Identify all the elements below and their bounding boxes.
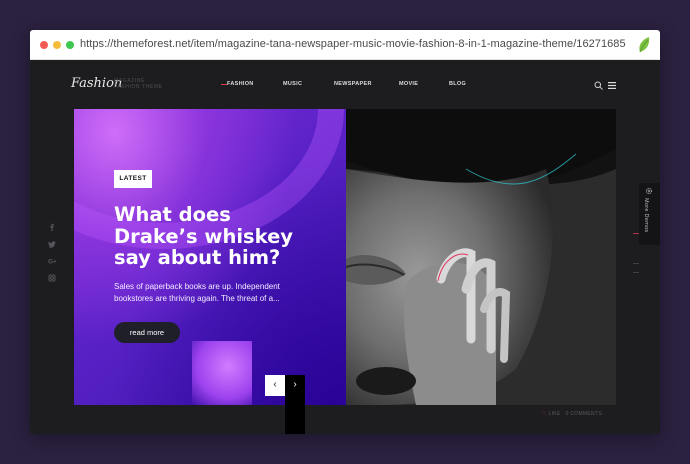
- side-divider: [633, 263, 639, 264]
- hero-image-grayscale-half: [345, 109, 616, 405]
- gear-icon: [645, 187, 653, 195]
- nav-item-movie[interactable]: MOVIE: [399, 81, 418, 87]
- logo-tagline: MAGAZINE FASHION THEME: [114, 78, 163, 90]
- side-divider: [633, 233, 639, 234]
- slider-prev-button[interactable]: ‹: [265, 375, 285, 396]
- instagram-icon[interactable]: [48, 274, 56, 282]
- maximize-window-button[interactable]: [66, 41, 74, 49]
- twitter-icon[interactable]: [48, 240, 56, 248]
- like-count[interactable]: LIKE: [549, 411, 561, 417]
- hero-slider: LATEST What does Drake’s whiskey say abo…: [74, 109, 616, 405]
- hero-badge[interactable]: LATEST: [114, 170, 152, 188]
- post-meta: ♡ LIKE 0 COMMENTS: [542, 411, 602, 417]
- close-window-button[interactable]: [40, 41, 48, 49]
- browser-toolbar: https://themeforest.net/item/magazine-ta…: [30, 30, 660, 60]
- heart-icon[interactable]: ♡: [542, 411, 547, 417]
- nav-item-fashion[interactable]: FASHION: [227, 81, 254, 87]
- comment-count[interactable]: 0 COMMENTS: [566, 411, 602, 417]
- address-bar[interactable]: https://themeforest.net/item/magazine-ta…: [80, 38, 626, 50]
- facebook-icon[interactable]: [48, 223, 56, 231]
- hamburger-menu-icon[interactable]: [608, 82, 616, 89]
- logo-tagline-line: FASHION THEME: [114, 84, 163, 90]
- minimize-window-button[interactable]: [53, 41, 61, 49]
- slider-next-button[interactable]: ›: [285, 375, 305, 434]
- hero-title[interactable]: What does Drake’s whiskey say about him?: [114, 204, 314, 269]
- search-icon[interactable]: [594, 81, 603, 90]
- nav-item-newspaper[interactable]: NEWSPAPER: [334, 81, 372, 87]
- read-more-button[interactable]: read more: [114, 322, 180, 343]
- hero-highlight-shape: [192, 341, 252, 405]
- side-divider: [633, 272, 639, 273]
- svg-text:G+: G+: [48, 259, 56, 266]
- nav-item-music[interactable]: MUSIC: [283, 81, 302, 87]
- hero-portrait-illustration: [345, 109, 616, 405]
- google-plus-icon[interactable]: G+: [48, 257, 56, 266]
- more-demos-label: More Demos: [643, 198, 649, 233]
- hero-excerpt: Sales of paperback books are up. Indepen…: [114, 282, 280, 303]
- envato-leaf-icon: [639, 37, 650, 53]
- more-demos-tab[interactable]: More Demos: [639, 183, 660, 245]
- nav-item-blog[interactable]: BLOG: [449, 81, 466, 87]
